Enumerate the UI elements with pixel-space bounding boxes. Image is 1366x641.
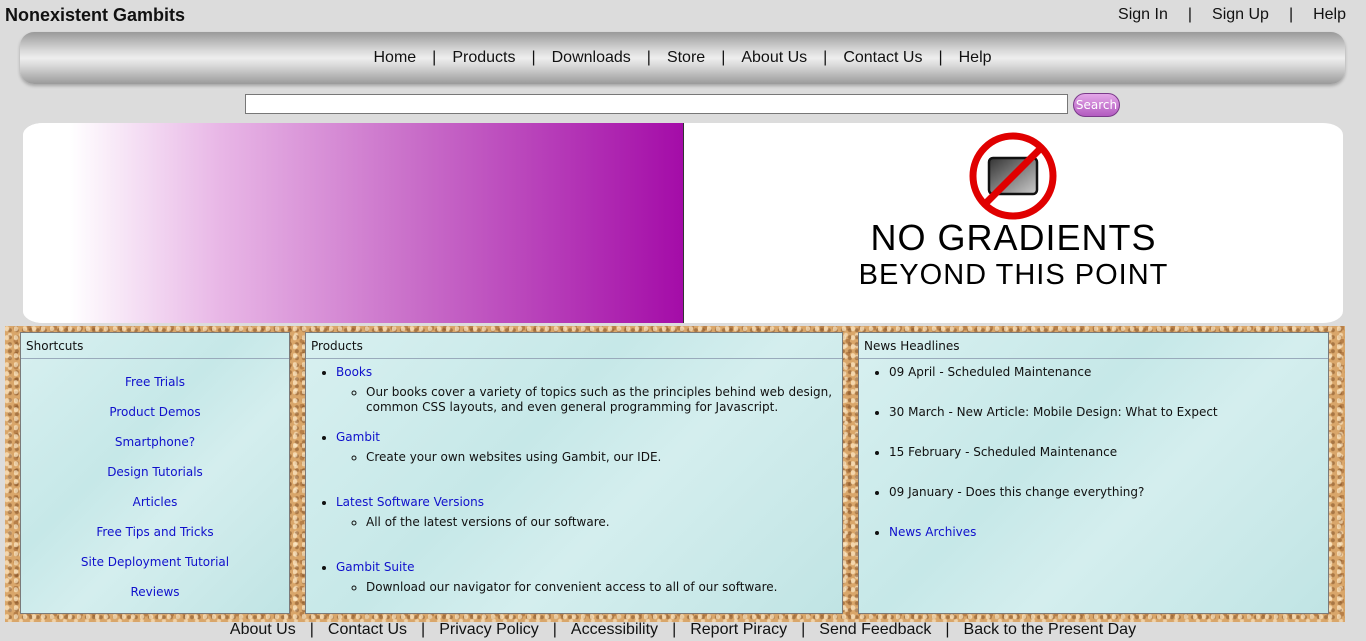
shortcut-reviews[interactable]: Reviews (130, 585, 179, 599)
news-item: 09 January - Does this change everything… (889, 485, 1328, 525)
shortcut-site-deployment[interactable]: Site Deployment Tutorial (81, 555, 229, 569)
help-link[interactable]: Help (1303, 6, 1356, 24)
nav-about-us[interactable]: About Us (727, 49, 821, 67)
footer-send-feedback[interactable]: Send Feedback (805, 621, 945, 638)
separator: | (1288, 6, 1294, 23)
product-gambit-suite-link[interactable]: Gambit Suite (336, 560, 414, 574)
product-latest-versions-link[interactable]: Latest Software Versions (336, 495, 484, 509)
footer-privacy-policy[interactable]: Privacy Policy (425, 621, 553, 638)
list-item: Books Our books cover a variety of topic… (336, 365, 842, 430)
footer-about-us[interactable]: About Us (216, 621, 310, 638)
banner: NO GRADIENTS BEYOND THIS POINT (23, 123, 1343, 323)
product-description: Download our navigator for convenient ac… (366, 580, 842, 595)
no-gradient-sign-icon (969, 132, 1057, 220)
list-item: News Archives (889, 525, 1328, 565)
list-item: Design Tutorials (21, 464, 289, 494)
separator: | (646, 49, 651, 66)
product-description: Our books cover a variety of topics such… (366, 385, 842, 415)
news-list: 09 April - Scheduled Maintenance 30 Marc… (889, 365, 1328, 565)
news-item: 30 March - New Article: Mobile Design: W… (889, 405, 1328, 445)
separator: | (432, 49, 437, 66)
separator: | (531, 49, 536, 66)
site-title: Nonexistent Gambits (5, 5, 186, 25)
shortcut-product-demos[interactable]: Product Demos (109, 405, 200, 419)
shortcuts-panel: Shortcuts Free Trials Product Demos Smar… (20, 332, 290, 614)
nav-store[interactable]: Store (653, 49, 719, 67)
news-item: 15 February - Scheduled Maintenance (889, 445, 1328, 485)
panel-title: Products (306, 333, 842, 359)
list-item: Reviews (21, 584, 289, 614)
list-item: Site Deployment Tutorial (21, 554, 289, 584)
news-panel: News Headlines 09 April - Scheduled Main… (858, 332, 1329, 614)
product-books-link[interactable]: Books (336, 365, 372, 379)
news-item: 09 April - Scheduled Maintenance (889, 365, 1328, 405)
shortcut-design-tutorials[interactable]: Design Tutorials (107, 465, 203, 479)
shortcut-free-tips[interactable]: Free Tips and Tricks (96, 525, 213, 539)
separator: | (1187, 6, 1193, 23)
product-description: Create your own websites using Gambit, o… (366, 450, 842, 465)
list-item: Product Demos (21, 404, 289, 434)
shortcuts-list: Free Trials Product Demos Smartphone? De… (21, 374, 289, 614)
footer-report-piracy[interactable]: Report Piracy (676, 621, 801, 638)
nav-downloads[interactable]: Downloads (538, 49, 645, 67)
list-item: Articles (21, 494, 289, 524)
footer-contact-us[interactable]: Contact Us (314, 621, 421, 638)
account-links: Sign In | Sign Up | Help (1108, 6, 1356, 24)
footer-back-to-present[interactable]: Back to the Present Day (950, 621, 1151, 638)
news-archives-link[interactable]: News Archives (889, 525, 976, 539)
sign-in-link[interactable]: Sign In (1108, 6, 1178, 24)
banner-subheadline: BEYOND THIS POINT (858, 259, 1169, 291)
products-list: Books Our books cover a variety of topic… (336, 365, 842, 600)
nav-home[interactable]: Home (359, 49, 430, 67)
list-item: Smartphone? (21, 434, 289, 464)
panel-title: Shortcuts (21, 333, 289, 359)
footer-nav: About Us | Contact Us | Privacy Policy | Acces… (0, 621, 1366, 641)
list-item: Free Tips and Tricks (21, 524, 289, 554)
list-item: Free Trials (21, 374, 289, 404)
nav-products[interactable]: Products (438, 49, 529, 67)
separator: | (823, 49, 828, 66)
shortcut-articles[interactable]: Articles (133, 495, 178, 509)
panel-title: News Headlines (859, 333, 1328, 359)
list-item: Gambit Create your own websites using Ga… (336, 430, 842, 495)
separator: | (721, 49, 726, 66)
search-input[interactable] (245, 94, 1068, 114)
nav-help[interactable]: Help (945, 49, 1006, 67)
nav-contact-us[interactable]: Contact Us (829, 49, 936, 67)
separator: | (938, 49, 943, 66)
sign-up-link[interactable]: Sign Up (1202, 6, 1279, 24)
shortcut-free-trials[interactable]: Free Trials (125, 375, 185, 389)
main-nav: Home | Products | Downloads | Store | Ab… (20, 32, 1345, 84)
list-item: Gambit Suite Download our navigator for … (336, 560, 842, 600)
shortcut-smartphone[interactable]: Smartphone? (115, 435, 195, 449)
banner-gradient (23, 123, 684, 323)
product-description: All of the latest versions of our softwa… (366, 515, 842, 530)
products-panel: Products Books Our books cover a variety… (305, 332, 843, 614)
search-button[interactable]: Search (1073, 93, 1120, 117)
banner-headline: NO GRADIENTS (870, 217, 1157, 258)
list-item: Latest Software Versions All of the late… (336, 495, 842, 560)
product-gambit-link[interactable]: Gambit (336, 430, 380, 444)
footer-accessibility[interactable]: Accessibility (557, 621, 672, 638)
